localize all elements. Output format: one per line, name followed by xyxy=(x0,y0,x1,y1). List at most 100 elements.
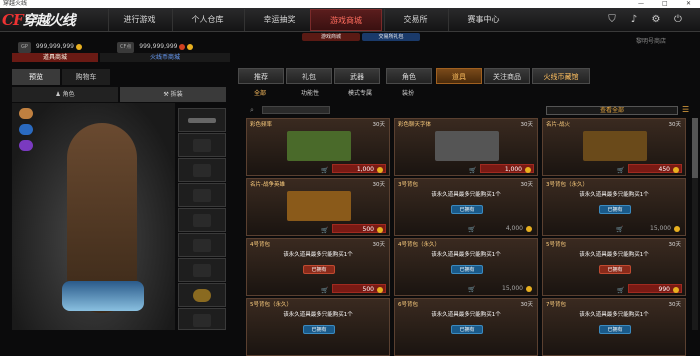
power-icon[interactable]: ⏻ xyxy=(672,14,684,26)
sort-select[interactable]: 查看全部 xyxy=(546,106,678,115)
price-value: 1,000 xyxy=(504,166,522,173)
price-button[interactable]: 🛒 1,000 xyxy=(469,164,534,174)
grid-scrollbar[interactable] xyxy=(692,118,698,330)
price-button[interactable]: 🛒 15,000 xyxy=(616,224,682,233)
color-chip-blue[interactable] xyxy=(19,124,33,135)
gear-icon[interactable]: ⚙ xyxy=(650,14,662,26)
limit-notice: 该永久道具最多只能购买1个 xyxy=(579,252,649,258)
price-button[interactable]: 🛒 450 xyxy=(617,164,682,174)
price-value: 15,000 xyxy=(502,285,523,292)
nav-tab-shop[interactable]: 游戏商城 xyxy=(310,9,382,31)
bell-icon[interactable]: ♪ xyxy=(628,14,640,26)
list-view-icon[interactable]: ☰ xyxy=(682,106,690,114)
remove-button[interactable]: ⚒ 拆装 xyxy=(120,87,226,102)
product-card[interactable]: 彩色频率 30天 🛒 1,000 xyxy=(246,118,390,176)
product-name: 4号背包（永久） xyxy=(398,242,440,248)
product-card[interactable]: 5号背包（永久） 该永久道具最多只能购买1个 已拥有 xyxy=(246,298,390,356)
coin-icon xyxy=(674,226,680,232)
cart-icon: 🛒 xyxy=(321,167,329,174)
cart-icon: 🛒 xyxy=(468,226,476,233)
category-follow[interactable]: 关注商品 xyxy=(484,68,530,84)
cf-balance: CF点 999,999,999 xyxy=(117,41,194,53)
gp-label: GP xyxy=(18,42,31,53)
equip-slot-body[interactable] xyxy=(178,158,226,182)
nav-tab-play[interactable]: 进行游戏 xyxy=(108,9,170,31)
price-button[interactable]: 🛒 4,000 xyxy=(468,224,534,233)
filter-all[interactable]: 全部 xyxy=(246,88,274,99)
tab-preview[interactable]: 预览 xyxy=(12,69,60,85)
product-name: 4号背包 xyxy=(250,242,270,248)
product-card[interactable]: 4号背包（永久） 该永久道具最多只能购买1个 已拥有 🛒 15,000 xyxy=(394,238,538,296)
product-name: 5号背包 xyxy=(546,242,566,248)
coin-icon xyxy=(525,167,531,173)
product-card[interactable]: 3号背包 30天 该永久道具最多只能购买1个 已拥有 🛒 4,000 xyxy=(394,178,538,236)
shop-tab-items[interactable]: 道具商城 xyxy=(12,53,98,62)
gp-coin-icon xyxy=(75,43,82,50)
category-coin-collection[interactable]: 火线币藏馆 xyxy=(532,68,590,84)
subtab-exchange-pack[interactable]: 交易所礼包 xyxy=(362,33,420,41)
coin-icon xyxy=(526,226,532,232)
subtab-shop[interactable]: 游戏商城 xyxy=(302,33,360,41)
price-button[interactable]: 🛒 990 xyxy=(617,284,682,294)
equip-slot-ring[interactable] xyxy=(178,283,226,307)
equip-slot-head[interactable] xyxy=(178,133,226,157)
equip-slot-weapon[interactable] xyxy=(178,108,226,132)
filter-mode[interactable]: 模式专属 xyxy=(340,88,380,99)
category-weapons[interactable]: 武器 xyxy=(334,68,380,84)
equip-slot-legs[interactable] xyxy=(178,233,226,257)
cart-icon: 🛒 xyxy=(616,226,624,233)
nav-tab-warehouse[interactable]: 个人仓库 xyxy=(172,9,242,31)
price-button[interactable]: 🛒 1,000 xyxy=(321,164,386,174)
product-card[interactable]: 4号背包 30天 该永久道具最多只能购买1个 已拥有 🛒 500 xyxy=(246,238,390,296)
minimize-button[interactable]: — xyxy=(638,0,644,8)
filter-functional[interactable]: 功能性 xyxy=(292,88,328,99)
product-card[interactable]: 5号背包 30天 该永久道具最多只能购买1个 已拥有 🛒 990 xyxy=(542,238,686,296)
product-card[interactable]: 名片-战火 30天 🛒 450 xyxy=(542,118,686,176)
role-button[interactable]: ♟ 角色 xyxy=(12,87,118,102)
add-currency-icon[interactable] xyxy=(187,43,194,50)
shield-icon[interactable]: ⛉ xyxy=(606,14,618,26)
product-duration: 30天 xyxy=(668,122,682,128)
nav-tab-exchange[interactable]: 交易所 xyxy=(384,9,446,31)
product-duration: 30天 xyxy=(372,242,386,248)
product-card[interactable]: 彩色聊天字体 30天 🛒 1,000 xyxy=(394,118,538,176)
product-card[interactable]: 7号背包 30天 该永久道具最多只能购买1个 已拥有 xyxy=(542,298,686,356)
maximize-button[interactable]: □ xyxy=(662,0,668,8)
search-input[interactable] xyxy=(262,106,330,114)
tab-cart[interactable]: 购物车 xyxy=(62,69,110,85)
scroll-thumb[interactable] xyxy=(692,118,698,178)
equip-slot-misc[interactable] xyxy=(178,308,226,330)
filter-cosmetic[interactable]: 装扮 xyxy=(392,88,424,99)
category-roles[interactable]: 角色 xyxy=(386,68,432,84)
nav-tab-events[interactable]: 赛事中心 xyxy=(448,9,518,31)
product-card[interactable]: 6号背包 30天 该永久道具最多只能购买1个 已拥有 xyxy=(394,298,538,356)
color-chip-gold[interactable] xyxy=(19,108,33,119)
price-value: 500 xyxy=(362,226,374,233)
category-recommend[interactable]: 推荐 xyxy=(238,68,284,84)
product-name: 5号背包（永久） xyxy=(250,302,292,308)
cart-icon: 🛒 xyxy=(321,227,329,234)
character-preview[interactable] xyxy=(12,103,175,330)
equip-slot-boots[interactable] xyxy=(178,258,226,282)
vip-shop-label[interactable]: 黎明号商店 xyxy=(636,36,666,46)
category-packs[interactable]: 礼包 xyxy=(286,68,332,84)
close-button[interactable]: ✕ xyxy=(686,0,691,8)
gp-balance: GP 999,999,999 xyxy=(18,41,82,53)
product-card[interactable]: 名片-战争英雄 30天 🛒 500 xyxy=(246,178,390,236)
price-value: 500 xyxy=(362,286,374,293)
owned-badge: 已拥有 xyxy=(451,265,483,274)
limit-notice: 该永久道具最多只能购买1个 xyxy=(283,252,353,258)
color-chip-purple[interactable] xyxy=(19,140,33,151)
equip-slot-gloves[interactable] xyxy=(178,208,226,232)
category-props[interactable]: 道具 xyxy=(436,68,482,84)
product-name: 7号背包 xyxy=(546,302,566,308)
equip-slot-pack[interactable] xyxy=(178,183,226,207)
shop-tab-coin[interactable]: 火线币商城 xyxy=(100,53,230,62)
price-button[interactable]: 🛒 500 xyxy=(321,284,386,294)
price-button[interactable]: 🛒 15,000 xyxy=(468,284,534,293)
product-duration: 30天 xyxy=(668,242,682,248)
price-button[interactable]: 🛒 500 xyxy=(321,224,386,234)
preview-bracelet-image xyxy=(62,281,144,311)
product-card[interactable]: 3号背包（永久） 该永久道具最多只能购买1个 已拥有 🛒 15,000 xyxy=(542,178,686,236)
nav-tab-lottery[interactable]: 幸运抽奖 xyxy=(244,9,314,31)
